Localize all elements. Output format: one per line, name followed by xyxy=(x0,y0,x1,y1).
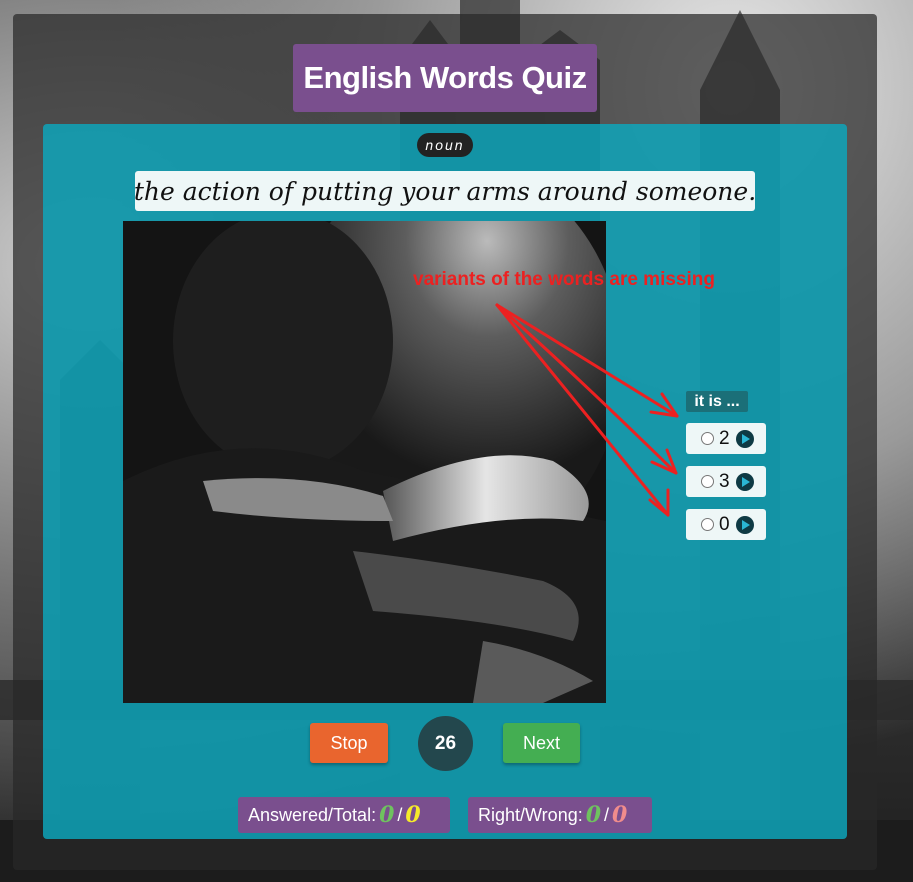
option-3[interactable]: 3 xyxy=(686,466,766,497)
stat-separator: / xyxy=(397,804,403,825)
part-of-speech-badge: noun xyxy=(417,133,473,157)
radio-button[interactable] xyxy=(701,518,714,531)
play-icon[interactable] xyxy=(735,429,754,448)
right-count: 0 xyxy=(585,802,602,828)
next-button[interactable]: Next xyxy=(503,723,580,763)
option-2[interactable]: 2 xyxy=(686,423,766,454)
play-icon[interactable] xyxy=(735,472,754,491)
right-wrong-label: Right/Wrong: xyxy=(478,804,583,825)
countdown-timer: 26 xyxy=(418,716,473,771)
answered-total-stat: Answered/Total: 0 / 0 xyxy=(238,797,450,833)
stat-separator: / xyxy=(604,804,610,825)
total-count: 0 xyxy=(405,802,421,828)
option-0[interactable]: 0 xyxy=(686,509,766,540)
right-wrong-stat: Right/Wrong: 0 / 0 xyxy=(468,797,652,833)
wrong-count: 0 xyxy=(612,802,628,828)
annotation-text: variants of the words are missing xyxy=(413,269,715,290)
radio-button[interactable] xyxy=(701,475,714,488)
option-label: 3 xyxy=(719,470,730,492)
options-header: it is ... xyxy=(686,391,748,412)
play-icon[interactable] xyxy=(735,515,754,534)
answered-total-label: Answered/Total: xyxy=(248,804,377,825)
stop-button[interactable]: Stop xyxy=(310,723,388,763)
answered-count: 0 xyxy=(379,802,395,828)
radio-button[interactable] xyxy=(701,432,714,445)
option-label: 0 xyxy=(719,513,730,535)
hug-photo xyxy=(123,221,606,703)
option-label: 2 xyxy=(719,427,730,449)
page-title: English Words Quiz xyxy=(293,44,597,112)
definition-text: the action of putting your arms around s… xyxy=(134,171,756,211)
